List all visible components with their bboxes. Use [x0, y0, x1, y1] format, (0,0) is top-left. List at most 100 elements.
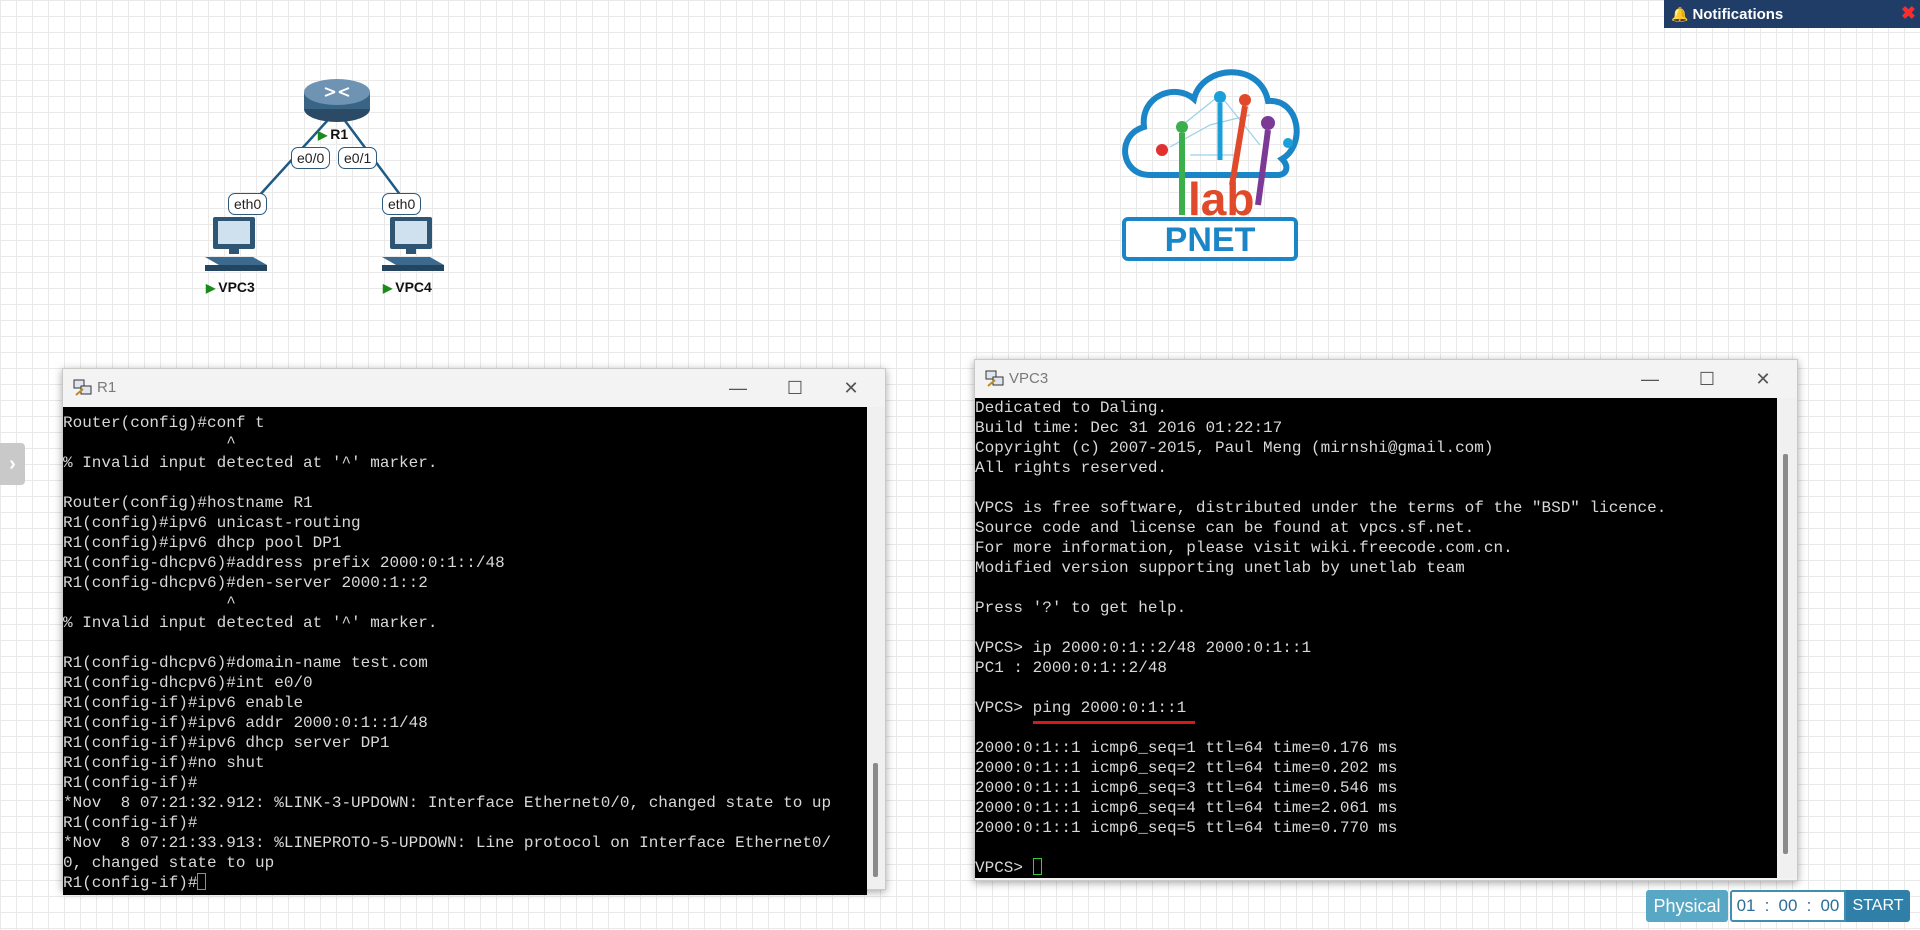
terminal-line: All rights reserved.: [975, 459, 1168, 477]
start-button[interactable]: START: [1846, 890, 1910, 922]
port-label-vpc4-eth0: eth0: [382, 193, 422, 215]
pc-icon[interactable]: [203, 215, 269, 273]
timer-display[interactable]: 01 : 00 : 00: [1730, 890, 1846, 922]
putty-icon: [73, 379, 92, 396]
pnetlab-logo: lab PNET: [1110, 55, 1310, 265]
topology-canvas: ▶ R1 e0/0 e0/1 eth0 eth0 ▶ VPC3 ▶ VPC4: [0, 0, 520, 310]
terminal-line: 2000:0:1::1 icmp6_seq=4 ttl=64 time=2.06…: [975, 799, 1398, 817]
notifications-title: Notifications: [1692, 5, 1784, 23]
text-cursor: [197, 873, 207, 890]
timer-seconds[interactable]: 00: [1820, 896, 1839, 916]
window-titlebar[interactable]: R1 — ☐ ✕: [63, 369, 885, 407]
terminal-line: Dedicated to Daling.: [975, 399, 1168, 417]
terminal-line: 2000:0:1::1 icmp6_seq=5 ttl=64 time=0.77…: [975, 819, 1398, 837]
port-label-vpc3-eth0: eth0: [228, 193, 268, 215]
terminal-line: R1(config-dhcpv6)#den-server 2000:1::2: [63, 574, 428, 592]
pc-icon[interactable]: [380, 215, 446, 273]
running-icon: ▶: [383, 281, 393, 295]
timer-separator: :: [1806, 896, 1812, 915]
close-button[interactable]: ✕: [1749, 366, 1777, 392]
port-label-e0-1: e0/1: [338, 147, 378, 169]
terminal-line: Build time: Dec 31 2016 01:22:17: [975, 419, 1283, 437]
terminal-line: R1(config-dhcpv6)#int e0/0: [63, 674, 313, 692]
terminal-line: R1(config-if)#: [63, 814, 198, 832]
terminal-line: R1(config)#ipv6 unicast-routing: [63, 514, 361, 532]
chevron-right-icon: ›: [9, 452, 16, 475]
logo-pnet-text: PNET: [1165, 221, 1256, 259]
port-label-e0-0: e0/0: [291, 147, 331, 169]
terminal-window-r1[interactable]: R1 — ☐ ✕ Router(config)#conf t ^ % Invali…: [62, 368, 886, 895]
terminal-line: VPCS> ping 2000:0:1::1: [975, 699, 1187, 717]
terminal-line: For more information, please visit wiki.…: [975, 539, 1513, 557]
terminal-line: R1(config-dhcpv6)#domain-name test.com: [63, 654, 428, 672]
timer-hours[interactable]: 01: [1737, 896, 1756, 916]
terminal-line: % Invalid input detected at '^' marker.: [63, 454, 438, 472]
terminal-output[interactable]: Router(config)#conf t ^ % Invalid input d…: [63, 407, 867, 895]
putty-icon: [985, 370, 1004, 387]
terminal-output[interactable]: Dedicated to Daling. Build time: Dec 31 2…: [975, 398, 1777, 878]
physical-button[interactable]: Physical: [1646, 890, 1728, 922]
terminal-line: Router(config)#conf t: [63, 414, 265, 432]
terminal-line: Router(config)#hostname R1: [63, 494, 313, 512]
sidebar-expand-button[interactable]: ›: [0, 443, 25, 485]
terminal-line: % Invalid input detected at '^' marker.: [63, 614, 438, 632]
node-label-vpc4[interactable]: ▶ VPC4: [383, 279, 432, 295]
node-label-vpc3[interactable]: ▶ VPC3: [206, 279, 255, 295]
terminal-line: R1(config-if)#: [63, 774, 198, 792]
highlight-underline: [1033, 721, 1195, 724]
timer-minutes[interactable]: 00: [1779, 896, 1798, 916]
minimize-button[interactable]: —: [1636, 366, 1664, 392]
window-titlebar[interactable]: VPC3 — ☐ ✕: [975, 360, 1797, 398]
maximize-button[interactable]: ☐: [781, 375, 809, 401]
terminal-window-vpc3[interactable]: VPC3 — ☐ ✕ Dedicated to Daling. Build tim…: [974, 359, 1798, 881]
terminal-line: 2000:0:1::1 icmp6_seq=3 ttl=64 time=0.54…: [975, 779, 1398, 797]
terminal-line: R1(config-if)#no shut: [63, 754, 265, 772]
window-title: R1: [97, 379, 117, 396]
terminal-prompt-line[interactable]: VPCS>: [975, 858, 1777, 878]
terminal-line: Modified version supporting unetlab by u…: [975, 559, 1465, 577]
terminal-prompt: R1(config-if)#: [63, 874, 198, 892]
close-button[interactable]: ✕: [837, 375, 865, 401]
notifications-header[interactable]: 🔔 Notifications ✖: [1664, 0, 1920, 28]
running-icon: ▶: [318, 128, 328, 142]
minimize-button[interactable]: —: [724, 375, 752, 401]
terminal-line: VPCS> ip 2000:0:1::2/48 2000:0:1::1: [975, 639, 1312, 657]
terminal-line: PC1 : 2000:0:1::2/48: [975, 659, 1168, 677]
terminal-line: *Nov 8 07:21:32.912: %LINK-3-UPDOWN: Int…: [63, 794, 832, 812]
scrollbar-thumb[interactable]: [873, 763, 878, 877]
terminal-line: ^: [63, 434, 236, 452]
terminal-line: 0, changed state to up: [63, 854, 275, 872]
scrollbar[interactable]: [1777, 398, 1797, 878]
window-title: VPC3: [1009, 370, 1049, 387]
terminal-line: 2000:0:1::1 icmp6_seq=2 ttl=64 time=0.20…: [975, 759, 1398, 777]
terminal-line: ^: [63, 594, 236, 612]
terminal-line: *Nov 8 07:21:33.913: %LINEPROTO-5-UPDOWN…: [63, 834, 832, 852]
bell-icon: 🔔: [1671, 5, 1689, 22]
terminal-line: 2000:0:1::1 icmp6_seq=1 ttl=64 time=0.17…: [975, 739, 1398, 757]
terminal-prompt-line[interactable]: R1(config-if)#: [63, 873, 867, 893]
close-icon[interactable]: ✖: [1901, 3, 1916, 24]
scrollbar[interactable]: [867, 407, 885, 889]
router-icon[interactable]: [303, 76, 371, 124]
node-label-r1[interactable]: ▶ R1: [318, 126, 348, 142]
timer-separator: :: [1764, 896, 1770, 915]
terminal-line: R1(config-if)#ipv6 addr 2000:0:1::1/48: [63, 714, 428, 732]
maximize-button[interactable]: ☐: [1693, 366, 1721, 392]
terminal-prompt: VPCS>: [975, 859, 1033, 877]
terminal-line: R1(config-if)#ipv6 enable: [63, 694, 304, 712]
terminal-line: R1(config)#ipv6 dhcp pool DP1: [63, 534, 342, 552]
terminal-line: Press '?' to get help.: [975, 599, 1187, 617]
running-icon: ▶: [206, 281, 216, 295]
terminal-line: Copyright (c) 2007-2015, Paul Meng (mirn…: [975, 439, 1494, 457]
terminal-line: R1(config-dhcpv6)#address prefix 2000:0:…: [63, 554, 505, 572]
text-cursor: [1032, 858, 1042, 875]
terminal-line: VPCS is free software, distributed under…: [975, 499, 1667, 517]
scrollbar-thumb[interactable]: [1783, 454, 1788, 854]
terminal-line: Source code and license can be found at …: [975, 519, 1475, 537]
